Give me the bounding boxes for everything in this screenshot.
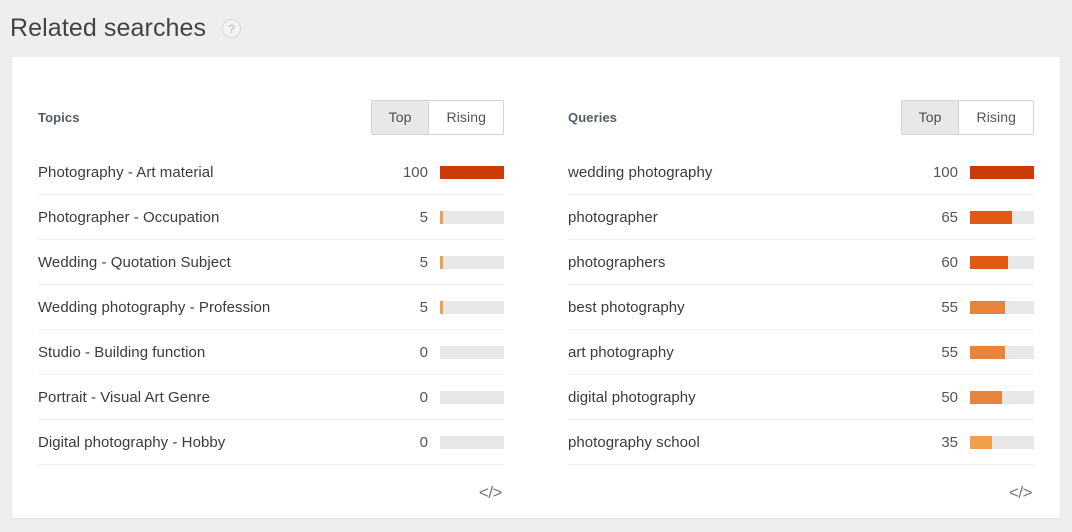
- row-bar-track: [970, 435, 1034, 449]
- row-bar-track: [440, 255, 504, 269]
- row-label: photographers: [568, 253, 666, 271]
- table-row[interactable]: best photography 55: [568, 285, 1034, 330]
- row-label: art photography: [568, 343, 674, 361]
- row-label: Wedding - Quotation Subject: [38, 253, 231, 271]
- row-bar-fill: [970, 210, 1012, 224]
- table-row[interactable]: wedding photography 100: [568, 150, 1034, 195]
- row-bar-track: [440, 435, 504, 449]
- table-row[interactable]: Wedding - Quotation Subject 5: [38, 240, 504, 285]
- queries-panel-header: Queries Top Rising: [568, 57, 1034, 150]
- row-value: 100: [402, 163, 428, 181]
- row-value: 5: [419, 298, 428, 316]
- row-label: wedding photography: [568, 163, 713, 181]
- row-bar-track: [440, 165, 504, 179]
- code-embed-icon[interactable]: </>: [1007, 479, 1034, 507]
- row-bar-fill: [440, 165, 504, 179]
- table-row[interactable]: Photographer - Occupation 5: [38, 195, 504, 240]
- row-label: digital photography: [568, 388, 696, 406]
- table-row[interactable]: digital photography 50: [568, 375, 1034, 420]
- row-label: best photography: [568, 298, 685, 316]
- row-bar-fill: [970, 300, 1006, 314]
- topics-panel-header: Topics Top Rising: [38, 57, 504, 150]
- queries-toggle-top[interactable]: Top: [901, 101, 959, 134]
- row-bar-fill: [970, 165, 1034, 179]
- row-bar-fill: [970, 345, 1006, 359]
- table-row[interactable]: art photography 55: [568, 330, 1034, 375]
- row-bar-track: [970, 255, 1034, 269]
- related-searches-card: Topics Top Rising Photography - Art mate…: [12, 57, 1060, 518]
- row-bar-track: [970, 390, 1034, 404]
- row-bar-fill: [440, 255, 444, 269]
- row-label: Digital photography - Hobby: [38, 433, 226, 451]
- row-value: 5: [419, 208, 428, 226]
- table-row[interactable]: Portrait - Visual Art Genre 0: [38, 375, 504, 420]
- queries-mode-toggle[interactable]: Top Rising: [900, 100, 1034, 135]
- row-bar-track: [970, 210, 1034, 224]
- row-label: photography school: [568, 433, 700, 451]
- row-value: 0: [419, 388, 428, 406]
- topics-mode-toggle[interactable]: Top Rising: [370, 100, 504, 135]
- topics-footer: </>: [38, 465, 504, 507]
- topics-rows: Photography - Art material 100 Photographe…: [38, 150, 504, 465]
- table-row[interactable]: Studio - Building function 0: [38, 330, 504, 375]
- row-value: 50: [941, 388, 958, 406]
- row-bar-track: [970, 300, 1034, 314]
- table-row[interactable]: Digital photography - Hobby 0: [38, 420, 504, 465]
- row-value: 0: [419, 433, 428, 451]
- queries-footer: </>: [568, 465, 1034, 507]
- row-bar-fill: [440, 300, 444, 314]
- page-header: Related searches ?: [0, 0, 1072, 57]
- queries-toggle-rising[interactable]: Rising: [958, 101, 1033, 134]
- row-bar-fill: [440, 210, 444, 224]
- row-value: 100: [932, 163, 958, 181]
- queries-rows: wedding photography 100 photographer 65 phot…: [568, 150, 1034, 465]
- row-label: Wedding photography - Profession: [38, 298, 271, 316]
- row-bar-track: [440, 390, 504, 404]
- row-bar-track: [440, 300, 504, 314]
- row-label: Photography - Art material: [38, 163, 214, 181]
- table-row[interactable]: photographers 60: [568, 240, 1034, 285]
- code-embed-icon[interactable]: </>: [477, 479, 504, 507]
- row-value: 65: [941, 208, 958, 226]
- row-bar-fill: [970, 255, 1009, 269]
- page-title: Related searches: [10, 14, 207, 42]
- row-bar-track: [440, 210, 504, 224]
- row-label: Studio - Building function: [38, 343, 206, 361]
- topics-toggle-rising[interactable]: Rising: [428, 101, 503, 134]
- row-bar-track: [970, 345, 1034, 359]
- row-bar-fill: [970, 390, 1002, 404]
- row-value: 60: [941, 253, 958, 271]
- topics-panel-title: Topics: [38, 110, 80, 125]
- row-label: photographer: [568, 208, 658, 226]
- row-bar-track: [440, 345, 504, 359]
- row-bar-fill: [970, 435, 993, 449]
- queries-panel: Queries Top Rising wedding photography 10…: [536, 57, 1060, 518]
- row-value: 0: [419, 343, 428, 361]
- panels-container: Topics Top Rising Photography - Art mate…: [12, 57, 1060, 518]
- row-value: 55: [941, 343, 958, 361]
- table-row[interactable]: photographer 65: [568, 195, 1034, 240]
- row-value: 55: [941, 298, 958, 316]
- table-row[interactable]: Wedding photography - Profession 5: [38, 285, 504, 330]
- table-row[interactable]: photography school 35: [568, 420, 1034, 465]
- topics-panel: Topics Top Rising Photography - Art mate…: [12, 57, 536, 518]
- table-row[interactable]: Photography - Art material 100: [38, 150, 504, 195]
- help-icon[interactable]: ?: [222, 19, 242, 38]
- row-value: 5: [419, 253, 428, 271]
- row-bar-track: [970, 165, 1034, 179]
- row-label: Photographer - Occupation: [38, 208, 220, 226]
- row-label: Portrait - Visual Art Genre: [38, 388, 210, 406]
- queries-panel-title: Queries: [568, 110, 618, 125]
- topics-toggle-top[interactable]: Top: [371, 101, 429, 134]
- row-value: 35: [941, 433, 958, 451]
